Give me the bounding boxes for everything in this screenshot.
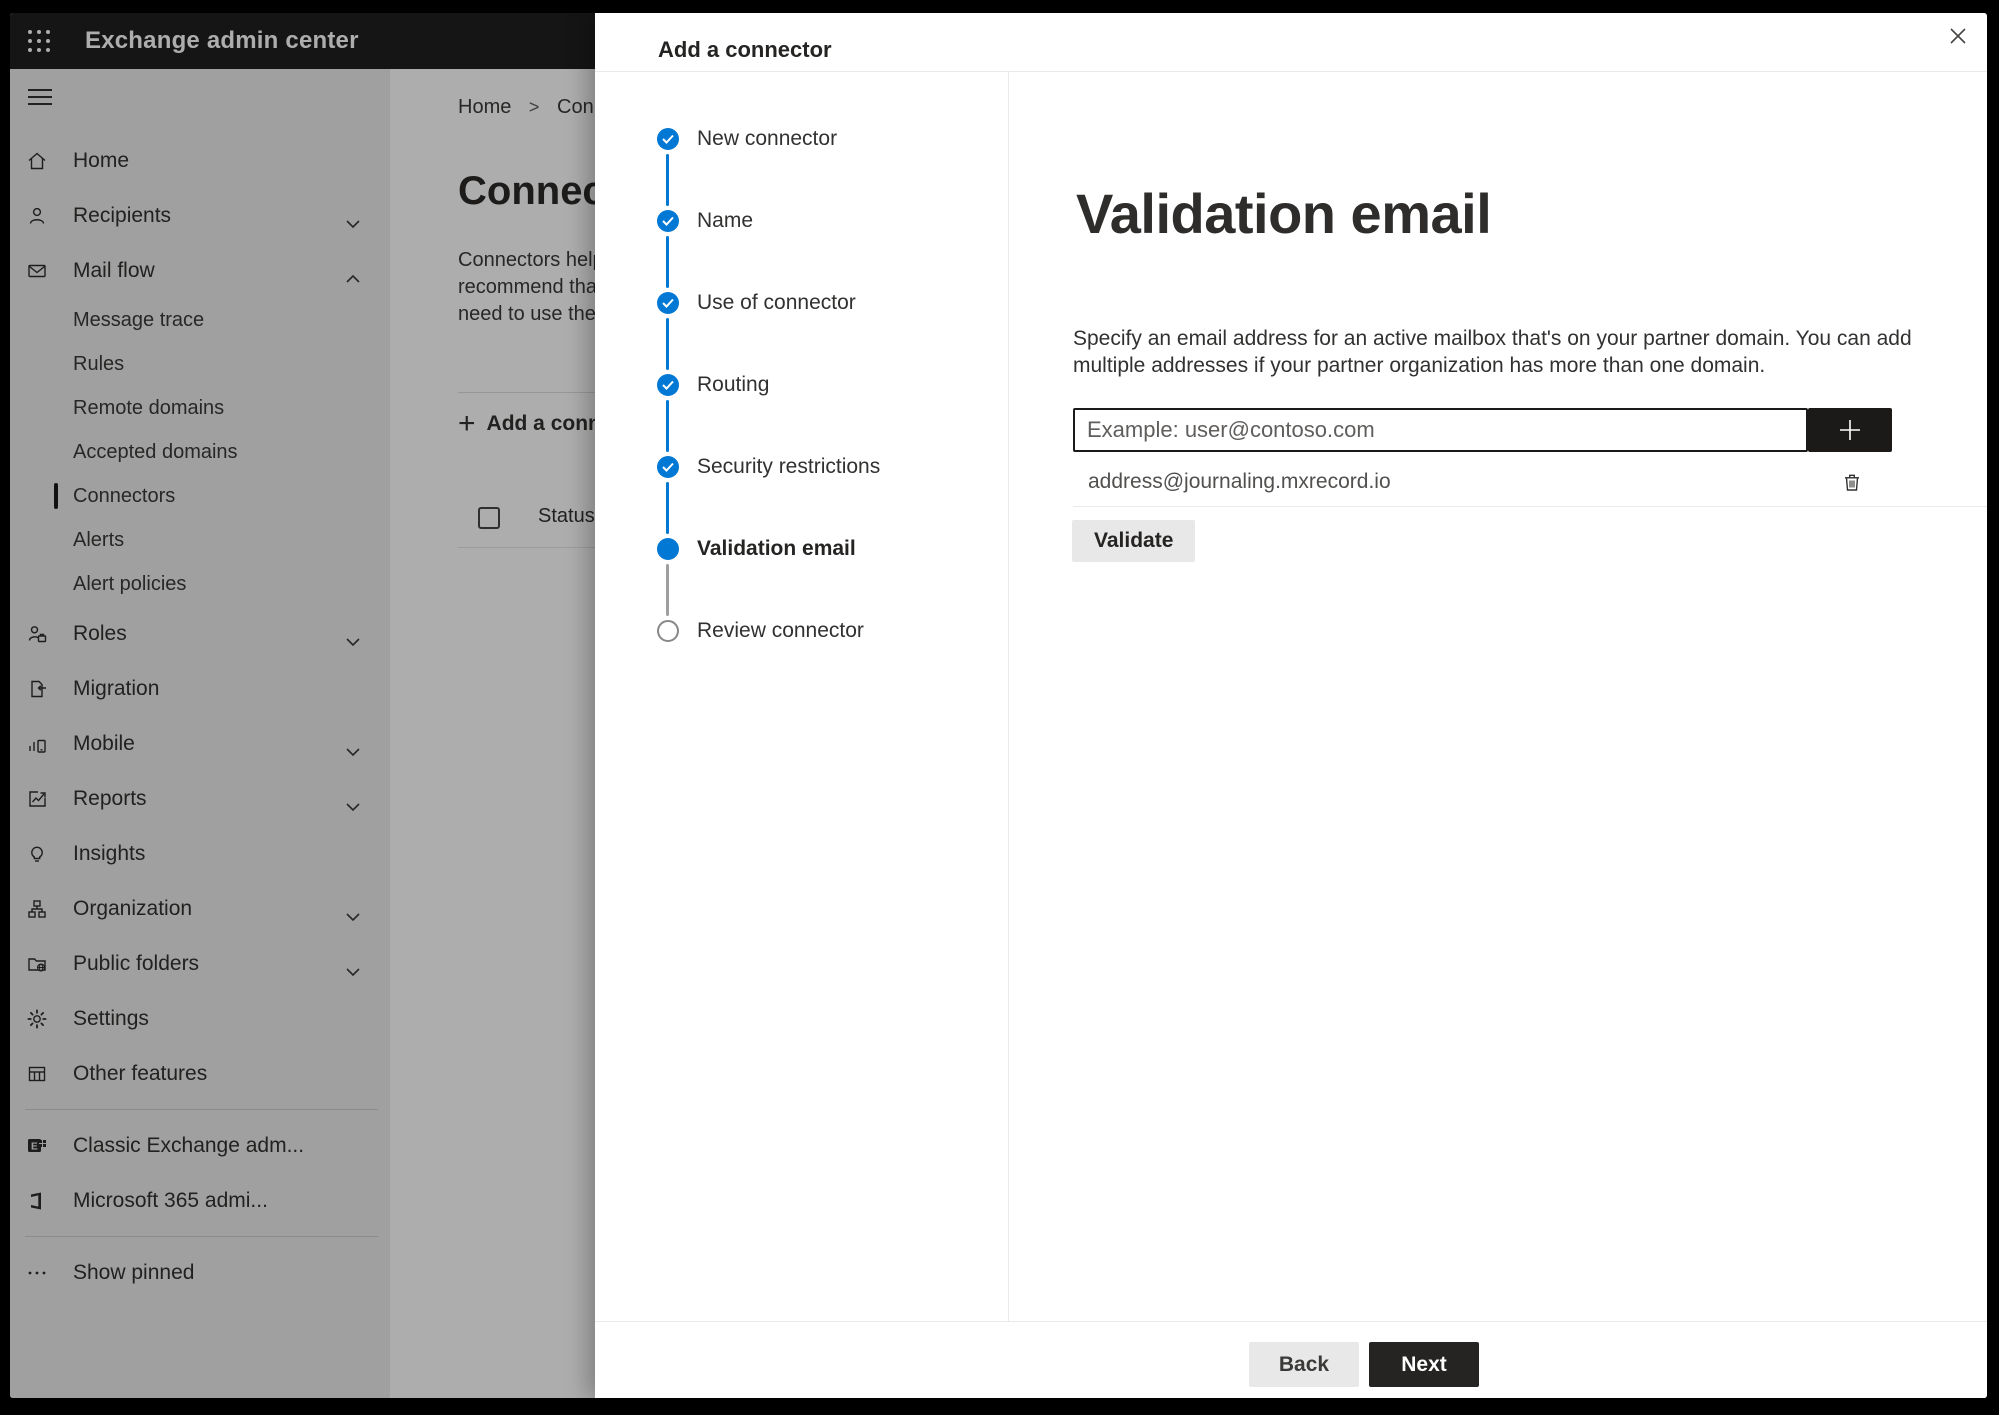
step-description-line: Specify an email address for an active m… (1073, 327, 1912, 350)
step-complete-circle (657, 456, 679, 478)
step-label: Name (697, 209, 754, 232)
step-description: Specify an email address for an active m… (1073, 325, 1912, 379)
wizard-step-name[interactable]: Name (595, 207, 995, 235)
back-button[interactable]: Back (1249, 1342, 1359, 1387)
step-complete-circle (657, 128, 679, 150)
step-label: Routing (697, 373, 770, 396)
step-label: Review connector (697, 619, 864, 642)
step-label: Use of connector (697, 291, 856, 314)
next-button[interactable]: Next (1369, 1342, 1479, 1387)
add-address-button[interactable] (1808, 408, 1892, 452)
step-label: Validation email (697, 537, 856, 560)
address-row: address@journaling.mxrecord.io (1073, 457, 1987, 507)
step-connector-line (666, 318, 669, 370)
wizard-step-security-restrictions[interactable]: Security restrictions (595, 453, 995, 481)
address-email: address@journaling.mxrecord.io (1088, 469, 1391, 493)
add-connector-dialog: Add a connector New connector Name Use of … (595, 13, 1987, 1398)
step-label: New connector (697, 127, 838, 150)
wizard-steps: New connector Name Use of connector Routing… (595, 13, 1008, 1398)
validation-email-input[interactable] (1073, 408, 1808, 452)
step-complete-circle (657, 374, 679, 396)
step-connector-line (666, 564, 669, 616)
step-complete-circle (657, 292, 679, 314)
step-connector-line (666, 482, 669, 534)
close-icon (1950, 28, 1966, 44)
step-connector-line (666, 236, 669, 288)
trash-icon (1845, 474, 1859, 491)
close-button[interactable] (1943, 21, 1973, 51)
step-upcoming-circle (657, 620, 679, 642)
wizard-step-review-connector[interactable]: Review connector (595, 617, 995, 645)
address-list: address@journaling.mxrecord.io (1073, 457, 1987, 507)
divider (595, 1321, 1987, 1322)
wizard-step-new-connector[interactable]: New connector (595, 125, 995, 153)
plus-icon (1840, 420, 1860, 440)
step-complete-circle (657, 210, 679, 232)
step-description-line: multiple addresses if your partner organ… (1073, 354, 1766, 377)
screen: Exchange admin center Home Recipients Mail… (10, 13, 1987, 1398)
delete-address-button[interactable] (1840, 470, 1864, 494)
divider (1008, 72, 1009, 1321)
wizard-step-use-of-connector[interactable]: Use of connector (595, 289, 995, 317)
wizard-step-validation-email[interactable]: Validation email (595, 535, 995, 563)
step-current-circle (657, 538, 679, 560)
step-label: Security restrictions (697, 455, 881, 478)
validate-button[interactable]: Validate (1072, 520, 1196, 562)
modal-dim-overlay (10, 13, 595, 1398)
step-heading: Validation email (1076, 182, 1492, 245)
step-connector-line (666, 400, 669, 452)
step-connector-line (666, 154, 669, 206)
wizard-step-routing[interactable]: Routing (595, 371, 995, 399)
